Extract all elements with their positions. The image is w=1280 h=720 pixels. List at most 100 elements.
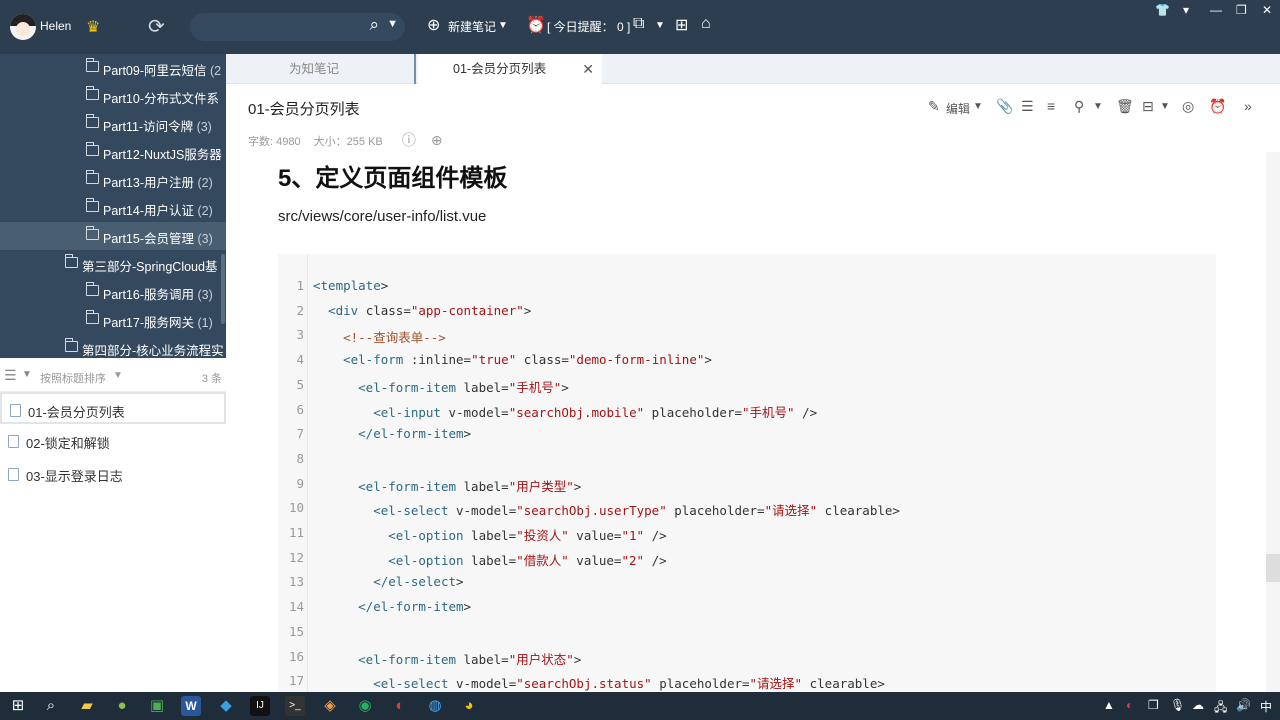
- windows-start-icon[interactable]: ⊞: [8, 696, 28, 716]
- tray-window-icon[interactable]: ❐: [1148, 698, 1159, 712]
- weibo-icon[interactable]: ◎: [1182, 98, 1194, 115]
- tab-bar: 为知笔记 01-会员分页列表 ✕: [226, 54, 1280, 84]
- line-number: 16: [288, 648, 304, 664]
- sidebar-scrollbar[interactable]: [221, 254, 225, 324]
- volume-icon[interactable]: 🔊: [1236, 698, 1251, 712]
- tree-item[interactable]: Part13-用户注册 (2): [0, 166, 226, 194]
- reading-mode-icon[interactable]: ⊟: [1142, 98, 1154, 115]
- external-window-icon[interactable]: ⧉: [633, 15, 644, 33]
- close-icon[interactable]: ✕: [1262, 3, 1272, 17]
- line-number: 11: [288, 525, 304, 540]
- folder-icon: [86, 282, 99, 296]
- tree-item[interactable]: Part12-NuxtJS服务器: [0, 138, 226, 166]
- add-icon[interactable]: ⊕: [431, 132, 443, 148]
- scrollbar-thumb[interactable]: [1266, 554, 1280, 582]
- tree-item[interactable]: Part16-服务调用 (3): [0, 278, 226, 306]
- user-avatar[interactable]: [10, 14, 36, 40]
- grid-icon[interactable]: ⊞: [675, 15, 688, 35]
- tree-item[interactable]: Part14-用户认证 (2): [0, 194, 226, 222]
- info-icon[interactable]: ⓘ: [402, 132, 416, 148]
- reading-chevron-icon[interactable]: ▼: [1160, 101, 1170, 112]
- network-icon[interactable]: 🖧: [1214, 698, 1227, 719]
- cloud-icon[interactable]: ☁: [1192, 698, 1204, 712]
- folder-icon: [86, 58, 99, 72]
- ime-indicator[interactable]: 中: [1260, 698, 1272, 715]
- chevron-down-icon[interactable]: ▼: [387, 18, 398, 30]
- vscode-icon[interactable]: ◆: [216, 696, 236, 716]
- tree-item[interactable]: Part17-服务网关 (1): [0, 306, 226, 334]
- taskbar: ⊞ ⌕ ▰ ● ▣ W ◆ IJ >_ ◈ ◉ ◐ ◍ ◕ ▲ ◐ ❐ 🎙 ☁ …: [0, 692, 1280, 720]
- tray-app-icon[interactable]: ◐: [1126, 698, 1133, 712]
- attachment-icon[interactable]: 📎: [996, 98, 1013, 115]
- sort-dropdown[interactable]: 按照标题排序: [40, 370, 106, 386]
- sort-icon[interactable]: ☰: [4, 367, 17, 384]
- wechat-icon[interactable]: ◉: [355, 696, 375, 716]
- tree-item[interactable]: Part10-分布式文件系: [0, 82, 226, 110]
- trash-icon[interactable]: 🗑: [1116, 98, 1134, 115]
- folder-icon: [65, 338, 78, 352]
- outline-icon[interactable]: ≡: [1047, 98, 1055, 114]
- search-icon[interactable]: ⌕: [369, 15, 379, 35]
- line-number: 10: [288, 500, 304, 516]
- terminal-icon[interactable]: >_: [285, 696, 305, 716]
- alarm-icon[interactable]: ⏰: [526, 15, 546, 35]
- restore-icon[interactable]: ❐: [1236, 3, 1247, 17]
- search-icon[interactable]: ⌕: [41, 696, 61, 716]
- tab-current-note[interactable]: 01-会员分页列表 ✕: [418, 54, 602, 84]
- sort-chevron-icon[interactable]: ▼: [22, 369, 32, 380]
- line-number: 9: [296, 475, 304, 491]
- note-item[interactable]: 02-锁定和解锁: [0, 425, 226, 457]
- note-item[interactable]: 03-显示登录日志: [0, 458, 226, 490]
- word-icon[interactable]: W: [181, 696, 201, 716]
- microphone-icon[interactable]: 🎙: [1170, 698, 1185, 712]
- search-box[interactable]: ⌕ ▼: [190, 13, 405, 41]
- code-block[interactable]: 1 2 3 4 5 6 7 8 9 10 11 12 13 14 15 16 17 <template> <di…: [278, 254, 1216, 692]
- app-icon[interactable]: ▣: [147, 696, 167, 716]
- reminder-button[interactable]: [ 今日提醒： 0 ]: [547, 18, 630, 35]
- edit-icon[interactable]: ✎: [928, 98, 940, 115]
- sync-icon[interactable]: ⟳: [148, 14, 165, 39]
- tray-chevron-icon[interactable]: ▲: [1103, 698, 1115, 712]
- chrome-icon[interactable]: ◕: [459, 696, 479, 716]
- username[interactable]: Helen: [40, 19, 71, 33]
- code-line: <el-select v-model="searchObj.status" pl…: [373, 676, 885, 692]
- edit-chevron-icon[interactable]: ▼: [973, 101, 983, 112]
- chevron-down-icon[interactable]: ▼: [113, 370, 123, 381]
- app-icon[interactable]: ◐: [390, 696, 410, 716]
- document-meta: 字数: 4980 大小：255 KB ⓘ ⊕: [248, 130, 443, 150]
- app-icon[interactable]: ●: [112, 696, 132, 716]
- intellij-icon[interactable]: IJ: [250, 696, 270, 716]
- file-explorer-icon[interactable]: ▰: [77, 696, 97, 716]
- menu-icon[interactable]: ▾: [1183, 3, 1189, 17]
- more-icon[interactable]: »: [1244, 98, 1252, 114]
- close-tab-icon[interactable]: ✕: [582, 54, 594, 84]
- tree-item[interactable]: 第四部分-核心业务流程实: [0, 334, 226, 358]
- tab-wiz-note[interactable]: 为知笔记: [226, 54, 416, 84]
- document-scrollbar[interactable]: [1266, 152, 1280, 692]
- section-heading: 5、定义页面组件模板: [278, 165, 508, 192]
- app-icon[interactable]: ◍: [425, 696, 445, 716]
- note-item-selected[interactable]: 01-会员分页列表: [0, 392, 226, 424]
- line-number: 8: [296, 450, 304, 466]
- tree-item[interactable]: 第三部分-SpringCloud基: [0, 250, 226, 278]
- note-icon: [8, 468, 19, 481]
- app-icon[interactable]: ◈: [320, 696, 340, 716]
- tree-item-selected[interactable]: Part15-会员管理 (3): [0, 222, 226, 250]
- new-note-chevron-icon[interactable]: ▼: [498, 20, 508, 31]
- comment-icon[interactable]: ☰: [1021, 98, 1034, 115]
- new-note-button[interactable]: 新建笔记: [448, 18, 496, 35]
- tree-item[interactable]: Part11-访问令牌 (3): [0, 110, 226, 138]
- tree-item[interactable]: Part09-阿里云短信 (2: [0, 54, 226, 82]
- folder-icon: [86, 170, 99, 184]
- skin-icon[interactable]: 👕: [1155, 3, 1170, 17]
- line-number-gutter: 1 2 3 4 5 6 7 8 9 10 11 12 13 14 15 16 17: [278, 254, 308, 692]
- window-chevron-icon[interactable]: ▼: [655, 20, 665, 31]
- alarm-icon[interactable]: ⏰: [1209, 98, 1226, 115]
- home-icon[interactable]: ⌂: [701, 15, 711, 33]
- add-icon[interactable]: ⊕: [427, 15, 440, 35]
- share-chevron-icon[interactable]: ▼: [1093, 101, 1103, 112]
- edit-button[interactable]: 编辑: [946, 100, 970, 117]
- minimize-icon[interactable]: —: [1210, 3, 1222, 17]
- share-icon[interactable]: ⚲: [1074, 98, 1084, 115]
- crown-icon[interactable]: ♛: [86, 17, 100, 37]
